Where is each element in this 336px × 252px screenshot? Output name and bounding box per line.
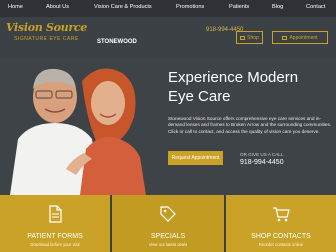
tag-icon — [160, 206, 176, 222]
request-appointment-button[interactable]: Request Appointment — [168, 151, 223, 165]
logo[interactable]: Vision Source — [6, 21, 87, 34]
card-subtitle: View our latest deals — [148, 242, 188, 247]
card-title: PATIENT FORMS — [27, 233, 83, 240]
card-title: SHOP CONTACTS — [251, 233, 311, 240]
nav-about-us[interactable]: About Us — [46, 4, 69, 10]
nav-blog[interactable]: Blog — [272, 4, 283, 10]
nav-patients[interactable]: Patients — [229, 4, 249, 10]
document-icon — [49, 205, 62, 223]
patient-forms-card[interactable]: PATIENT FORMS Download before your visit — [0, 195, 110, 252]
location-name: STONEWOOD — [97, 39, 137, 45]
shop-button-label: Shop — [247, 34, 259, 41]
hero-title: Experience Modern Eye Care — [168, 69, 299, 105]
call-prompt: OR GIVE US A CALL — [240, 152, 284, 157]
cart-icon — [240, 35, 246, 40]
appointment-button-label: Appointment — [289, 34, 318, 41]
specials-card[interactable]: SPECIALS View our latest deals — [112, 195, 224, 252]
nav-promotions[interactable]: Promotions — [176, 4, 204, 10]
appointment-button[interactable]: Appointment — [272, 31, 328, 44]
nav-vision-care-products[interactable]: Vision Care & Products — [94, 4, 152, 10]
logo-tagline: SIGNATURE EYE CARE — [14, 36, 79, 42]
cart-icon — [273, 207, 290, 222]
card-subtitle: Download before your visit — [30, 242, 80, 247]
hero-couple-photo — [0, 57, 165, 195]
nav-home[interactable]: Home — [8, 4, 23, 10]
shop-contacts-card[interactable]: SHOP CONTACTS Reorder contacts online — [226, 195, 336, 252]
shop-button[interactable]: Shop — [236, 31, 263, 44]
calendar-icon — [282, 35, 288, 40]
nav-contact[interactable]: Contact — [306, 4, 325, 10]
card-subtitle: Reorder contacts online — [258, 242, 304, 247]
card-title: SPECIALS — [150, 233, 186, 240]
top-nav: Home About Us Vision Care & Products Pro… — [0, 0, 336, 17]
hero-description: Stonewood Vision Source offers comprehen… — [168, 116, 332, 134]
hero-phone[interactable]: 918-994-4450 — [240, 159, 284, 166]
